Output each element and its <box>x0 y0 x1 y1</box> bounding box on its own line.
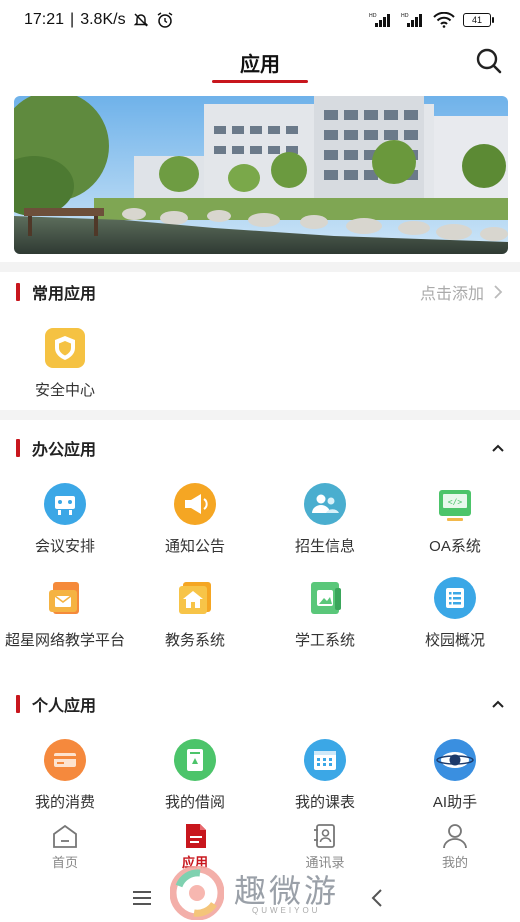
alarm-icon <box>157 12 172 28</box>
section-marker <box>16 439 20 457</box>
status-time: 17:21 <box>24 11 65 28</box>
picture-icon <box>303 576 347 620</box>
megaphone-icon <box>173 482 217 526</box>
app-label: 安全中心 <box>34 382 95 399</box>
home-icon <box>53 824 77 848</box>
enrollment-icon <box>303 482 347 526</box>
app-label: 招生信息 <box>294 538 355 555</box>
chevron-up-icon[interactable] <box>490 696 506 712</box>
signal-icon: HD <box>401 13 422 27</box>
shield-icon <box>43 326 87 370</box>
back-icon[interactable] <box>370 888 384 908</box>
header: 应用 <box>0 40 520 86</box>
section-title: 个人应用 <box>32 698 97 715</box>
app-label: 会议安排 <box>34 538 95 555</box>
menu-icon[interactable] <box>132 890 152 906</box>
book-icon <box>173 738 217 782</box>
calendar-icon <box>303 738 347 782</box>
status-bar: 17:21 | 3.8K/s HD HD 41 <box>0 0 520 40</box>
status-left: 17:21 | 3.8K/s <box>24 11 174 29</box>
section-title: 办公应用 <box>32 442 97 459</box>
section-marker <box>16 695 20 713</box>
section-divider <box>0 410 520 420</box>
app-notice[interactable]: 通知公告 <box>130 482 260 557</box>
mute-bell-icon <box>133 13 148 27</box>
section-title: 常用应用 <box>32 286 97 303</box>
app-label: 通知公告 <box>164 538 225 555</box>
tab-home[interactable]: 首页 <box>0 816 130 874</box>
app-oa[interactable]: </> OA系统 <box>390 482 520 557</box>
status-speed: 3.8K/s <box>80 11 126 28</box>
meeting-icon <box>43 482 87 526</box>
section-marker <box>16 283 20 301</box>
title-underline <box>212 80 308 83</box>
section-header-common: 常用应用 点击添加 <box>0 278 520 306</box>
mail-icon <box>43 576 87 620</box>
oa-icon: </> <box>433 482 477 526</box>
app-my-borrowing[interactable]: 我的借阅 <box>130 738 260 813</box>
battery-level: 41 <box>463 13 491 27</box>
apps-icon <box>186 824 206 848</box>
app-label: 校园概况 <box>424 632 485 649</box>
app-security-center[interactable]: 安全中心 <box>0 326 130 401</box>
wifi-icon <box>433 12 455 28</box>
svg-text:HD: HD <box>401 13 409 19</box>
search-icon[interactable] <box>474 46 504 76</box>
campus-photo <box>14 96 508 254</box>
add-apps-label: 点击添加 <box>419 286 484 303</box>
signal-icon: HD <box>369 13 390 27</box>
app-label: 我的消费 <box>34 794 95 811</box>
app-campus-overview[interactable]: 校园概况 <box>390 576 520 651</box>
card-icon <box>43 738 87 782</box>
svg-text:</>: </> <box>448 498 463 507</box>
list-icon <box>433 576 477 620</box>
battery-icon: 41 <box>463 13 494 27</box>
app-label: OA系统 <box>429 538 481 555</box>
watermark-logo <box>170 866 224 920</box>
tab-me[interactable]: 我的 <box>390 816 520 874</box>
app-meeting[interactable]: 会议安排 <box>0 482 130 557</box>
campus-banner[interactable] <box>14 96 508 254</box>
eye-icon <box>433 738 477 782</box>
app-label: 教务系统 <box>164 632 225 649</box>
house-icon <box>173 576 217 620</box>
section-header-personal: 个人应用 <box>0 690 520 718</box>
section-header-office: 办公应用 <box>0 434 520 462</box>
person-icon <box>443 824 467 849</box>
app-academic[interactable]: 教务系统 <box>130 576 260 651</box>
watermark-subtext: QUWEIYOU <box>252 906 321 915</box>
app-label: 学工系统 <box>294 632 355 649</box>
app-label: 我的借阅 <box>164 794 225 811</box>
app-label: 我的课表 <box>294 794 355 811</box>
tab-label: 首页 <box>51 855 78 870</box>
section-divider <box>0 262 520 272</box>
app-my-spending[interactable]: 我的消费 <box>0 738 130 813</box>
app-enrollment[interactable]: 招生信息 <box>260 482 390 557</box>
add-apps-button[interactable]: 点击添加 <box>420 280 504 304</box>
app-ai-assistant[interactable]: AI助手 <box>390 738 520 813</box>
app-student-affairs[interactable]: 学工系统 <box>260 576 390 651</box>
contacts-icon <box>314 824 335 848</box>
app-label: 超星网络教学平台 <box>4 632 125 649</box>
page-title: 应用 <box>240 54 280 76</box>
watermark: 趣微游 QUWEIYOU <box>166 864 366 920</box>
app-chaoxing[interactable]: 超星网络教学平台 <box>0 576 130 651</box>
tab-label: 我的 <box>441 855 468 870</box>
status-separator: | <box>70 11 75 28</box>
chevron-right-icon <box>494 285 503 299</box>
svg-text:HD: HD <box>369 13 377 19</box>
app-label: AI助手 <box>432 794 478 811</box>
chevron-up-icon[interactable] <box>490 440 506 456</box>
status-right: HD HD 41 <box>369 12 494 28</box>
app-my-timetable[interactable]: 我的课表 <box>260 738 390 813</box>
